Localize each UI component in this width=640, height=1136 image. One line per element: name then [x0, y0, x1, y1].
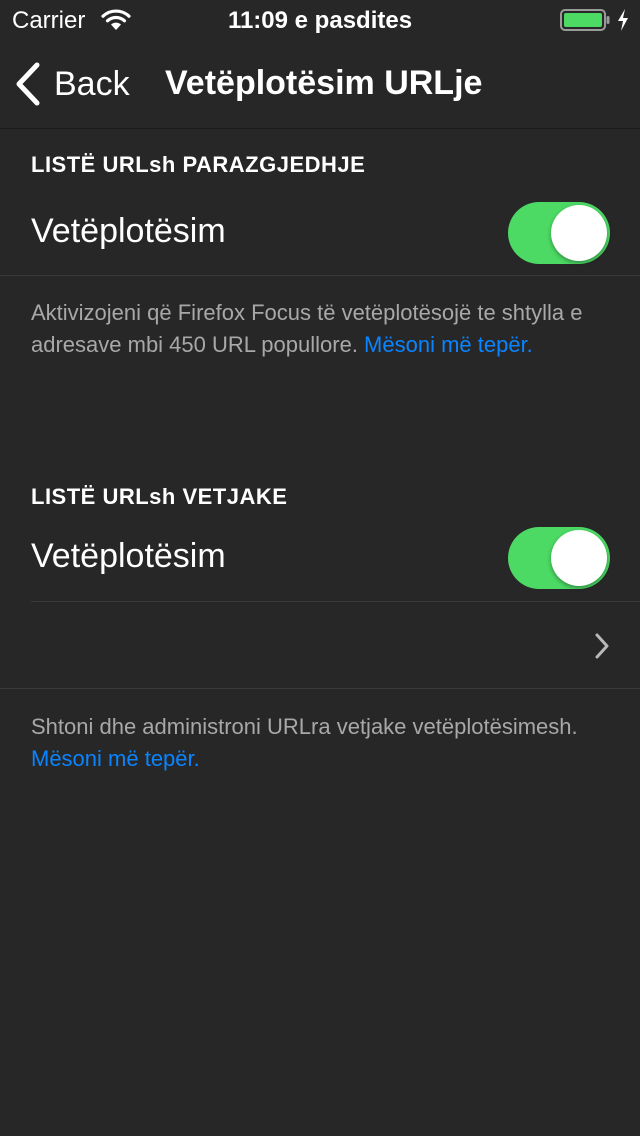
manage-custom-urls-row[interactable] — [0, 602, 640, 688]
back-button[interactable]: Back — [14, 60, 130, 108]
section-header-custom-list: LISTË URLsh VETJAKE — [31, 484, 288, 509]
autocomplete-custom-label: Vetëplotësim — [31, 537, 226, 575]
autocomplete-custom-row: Vetëplotësim — [0, 515, 640, 601]
default-list-description: Aktivizojeni që Firefox Focus të vetëplo… — [31, 297, 606, 361]
back-label: Back — [54, 64, 130, 103]
toggle-knob — [551, 205, 607, 261]
custom-list-description: Shtoni dhe administroni URLra vetjake ve… — [31, 711, 606, 775]
divider — [0, 688, 640, 689]
chevron-right-icon — [595, 633, 609, 659]
autocomplete-custom-toggle[interactable] — [508, 527, 610, 589]
divider — [0, 275, 640, 276]
autocomplete-default-row: Vetëplotësim — [0, 190, 640, 276]
learn-more-link-custom[interactable]: Mësoni më tepër. — [31, 746, 200, 771]
charging-bolt-icon — [618, 9, 628, 31]
status-bar: Carrier 11:09 e pasdites — [0, 0, 640, 40]
section-header-default-list: LISTË URLsh PARAZGJEDHJE — [31, 152, 366, 177]
battery-icon — [560, 9, 610, 31]
status-time: 11:09 e pasdites — [227, 7, 413, 34]
navigation-bar: Back Vetëplotësim URLje — [0, 40, 640, 129]
page-title: Vetëplotësim URLje — [165, 64, 483, 102]
custom-list-description-text: Shtoni dhe administroni URLra vetjake ve… — [31, 714, 578, 739]
autocomplete-default-label: Vetëplotësim — [31, 212, 226, 250]
chevron-left-icon — [16, 62, 40, 106]
toggle-knob — [551, 530, 607, 586]
screen: Carrier 11:09 e pasdites Back Vetëplotës… — [0, 0, 640, 1136]
learn-more-link-default[interactable]: Mësoni më tepër. — [364, 332, 533, 357]
autocomplete-default-toggle[interactable] — [508, 202, 610, 264]
